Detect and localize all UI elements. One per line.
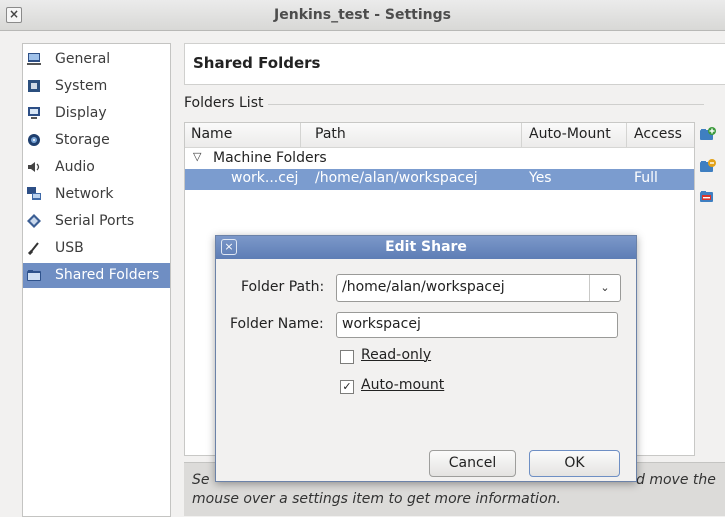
auto-mount-checkbox[interactable]: ✓ [340, 380, 354, 394]
general-icon [27, 53, 41, 65]
sidebar-item-label: Storage [55, 132, 110, 148]
sidebar-item-system[interactable]: System [23, 74, 170, 99]
dialog-close-button[interactable]: × [221, 239, 237, 255]
column-header-name[interactable]: Name [191, 126, 232, 142]
sidebar-item-label: Shared Folders [55, 267, 160, 283]
column-separator [626, 123, 627, 147]
info-text-line2: mouse over a settings item to get more i… [192, 491, 561, 507]
window-title-bar: × Jenkins_test - Settings [0, 0, 725, 31]
sidebar-item-serial-ports[interactable]: Serial Ports [23, 209, 170, 234]
sidebar-item-audio[interactable]: Audio [23, 155, 170, 180]
sidebar-item-display[interactable]: Display [23, 101, 170, 126]
remove-shared-folder-icon[interactable] [700, 189, 716, 203]
cell-access: Full [634, 170, 658, 186]
group-label: Machine Folders [213, 150, 327, 166]
cancel-button[interactable]: Cancel [429, 450, 516, 477]
read-only-label[interactable]: Read-only [361, 347, 431, 363]
sidebar-item-general[interactable]: General [23, 47, 170, 72]
table-group-row[interactable]: ▽ Machine Folders [185, 149, 694, 169]
page-header: Shared Folders [184, 43, 725, 85]
audio-icon [28, 162, 40, 172]
sidebar-item-label: General [55, 51, 111, 67]
column-separator [300, 123, 301, 147]
storage-icon [28, 134, 40, 146]
info-text-line1-left: Se [192, 472, 210, 488]
folder-name-label: Folder Name: [230, 316, 324, 332]
display-icon [28, 107, 40, 119]
column-header-path[interactable]: Path [315, 126, 346, 142]
folders-list-label: Folders List [184, 95, 264, 111]
sidebar-item-usb[interactable]: USB [23, 236, 170, 261]
sidebar-item-storage[interactable]: Storage [23, 128, 170, 153]
sidebar-item-label: Network [55, 186, 114, 202]
ok-button-label: OK [564, 455, 585, 471]
column-header-access[interactable]: Access [634, 126, 682, 142]
cancel-button-label: Cancel [448, 455, 497, 471]
folder-path-label: Folder Path: [241, 279, 325, 295]
folder-path-value: /home/alan/workspacej [342, 279, 505, 295]
edit-shared-folder-icon[interactable] [700, 159, 716, 173]
sidebar-item-label: Serial Ports [55, 213, 135, 229]
system-icon [28, 80, 40, 92]
folder-name-value: workspacej [342, 316, 421, 332]
column-header-auto-mount[interactable]: Auto-Mount [529, 126, 611, 142]
sidebar-item-label: System [55, 78, 108, 94]
shared-folders-icon [27, 270, 41, 281]
folder-name-field[interactable]: workspacej [336, 312, 618, 338]
folder-path-combo[interactable]: /home/alan/workspacej ⌄ [336, 274, 621, 302]
window-close-button[interactable]: × [6, 7, 22, 23]
sidebar-item-label: USB [55, 240, 84, 256]
expander-icon[interactable]: ▽ [193, 150, 201, 163]
ok-button[interactable]: OK [529, 450, 620, 477]
table-header: Name Path Auto-Mount Access [185, 123, 694, 148]
add-shared-folder-icon[interactable] [700, 127, 716, 141]
settings-sidebar: General System Display Storage Audio Net… [22, 43, 171, 517]
auto-mount-label[interactable]: Auto-mount [361, 377, 444, 393]
dialog-title: Edit Share [385, 239, 467, 255]
info-text-line1-right: d move the [636, 472, 716, 488]
group-divider [268, 104, 704, 105]
cell-auto-mount: Yes [529, 170, 552, 186]
cell-name: work...cej [231, 170, 299, 186]
network-icon [27, 187, 41, 200]
column-separator [521, 123, 522, 147]
cell-path: /home/alan/workspacej [315, 170, 478, 186]
chevron-down-icon[interactable]: ⌄ [589, 275, 620, 301]
sidebar-item-shared-folders[interactable]: Shared Folders [23, 263, 170, 288]
usb-icon [27, 242, 39, 255]
table-row[interactable]: work...cej /home/alan/workspacej Yes Ful… [185, 169, 694, 190]
read-only-checkbox[interactable] [340, 350, 354, 364]
page-title: Shared Folders [193, 54, 321, 72]
edit-share-dialog: × Edit Share Folder Path: /home/alan/wor… [215, 235, 637, 482]
serial-ports-icon [27, 214, 41, 228]
sidebar-item-network[interactable]: Network [23, 182, 170, 207]
sidebar-item-label: Audio [55, 159, 95, 175]
dialog-title-bar: × Edit Share [216, 236, 636, 259]
sidebar-item-label: Display [55, 105, 107, 121]
window-title: Jenkins_test - Settings [274, 7, 451, 23]
